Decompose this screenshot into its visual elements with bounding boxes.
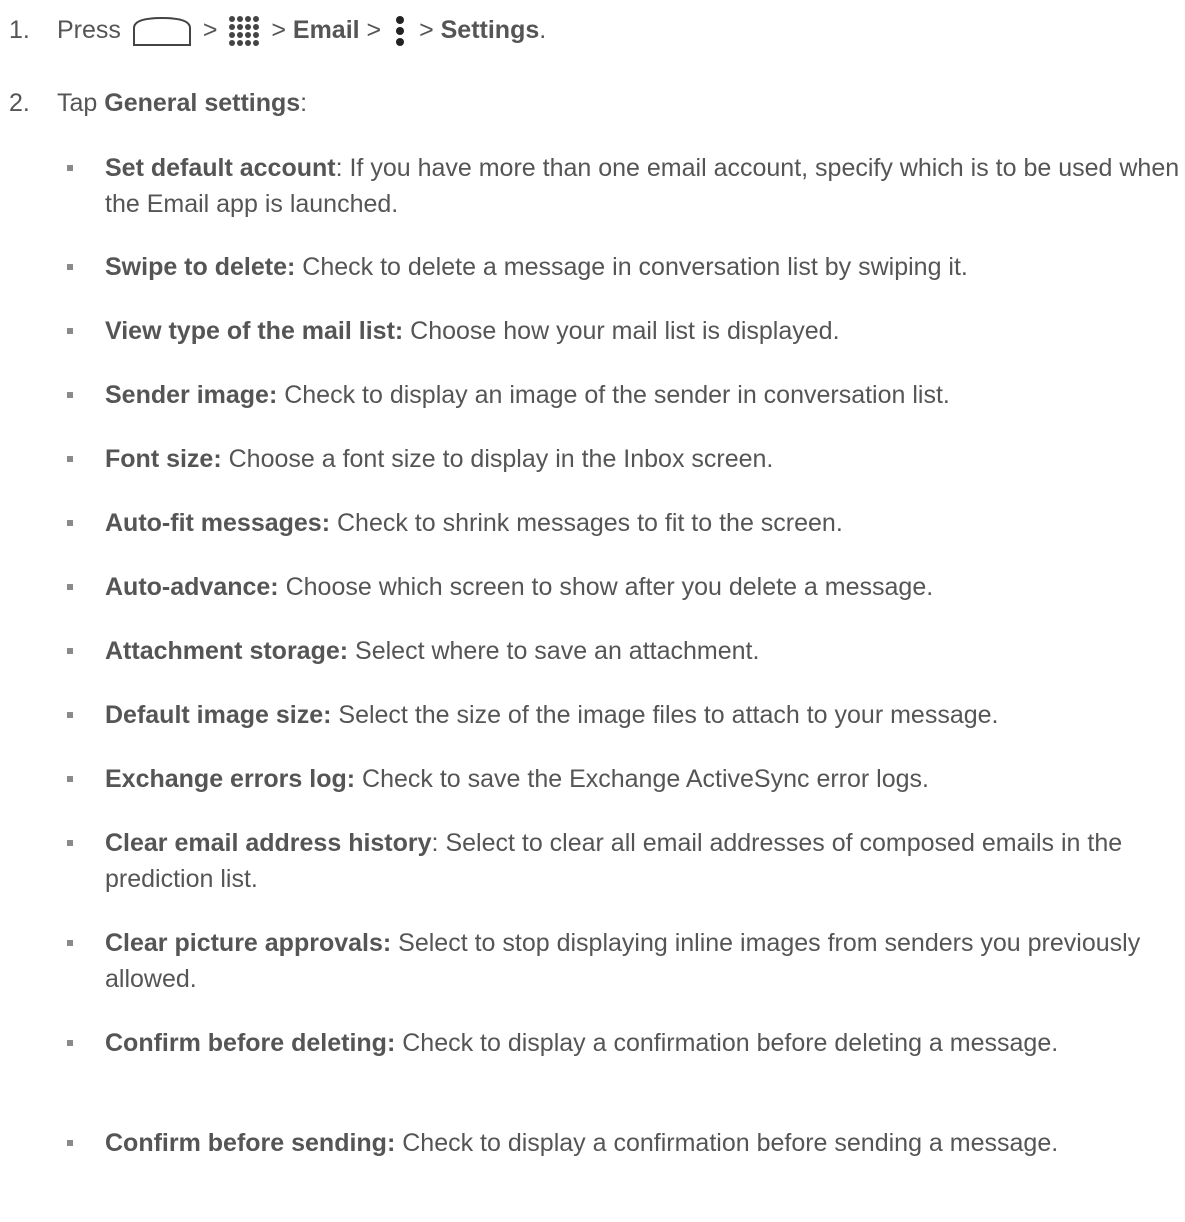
- menu-icon: [394, 15, 406, 47]
- setting-description: Check to delete a message in conversatio…: [295, 253, 968, 281]
- setting-term: Set default account: [105, 154, 336, 182]
- apps-icon: [228, 15, 260, 47]
- list-item: Confirm before sending: Check to display…: [0, 1125, 1185, 1197]
- separator: >: [202, 16, 218, 44]
- list-item: Clear picture approvals: Select to stop …: [0, 925, 1185, 997]
- bullet-icon: [67, 520, 73, 526]
- step-body: Press > > Email > > Settings.: [57, 12, 546, 48]
- setting-term: Auto-advance:: [105, 573, 279, 601]
- setting-term: Confirm before sending:: [105, 1129, 396, 1157]
- setting-description: Select the size of the image files to at…: [331, 701, 999, 729]
- list-item: Auto-advance: Choose which screen to sho…: [0, 569, 1185, 605]
- bullet-icon: [67, 328, 73, 334]
- setting-description: Choose a font size to display in the Inb…: [221, 445, 774, 473]
- press-label: Press: [57, 16, 121, 44]
- setting-term: Sender image:: [105, 381, 278, 409]
- setting-term: Swipe to delete:: [105, 253, 296, 281]
- bullet-icon: [67, 840, 73, 846]
- list-item: Attachment storage: Select where to save…: [0, 633, 1185, 669]
- list-item: Swipe to delete: Check to delete a messa…: [0, 249, 1185, 285]
- step-2: 2. Tap General settings:: [0, 85, 1185, 121]
- setting-term: Exchange errors log:: [105, 765, 356, 793]
- setting-description: Choose which screen to show after you de…: [278, 573, 934, 601]
- period: .: [539, 16, 547, 44]
- setting-term: Default image size:: [105, 701, 332, 729]
- setting-description: Check to display a confirmation before d…: [395, 1029, 1059, 1057]
- list-item: Exchange errors log: Check to save the E…: [0, 761, 1185, 797]
- list-item: Clear email address history: Select to c…: [0, 825, 1185, 897]
- general-settings-label: General settings: [104, 89, 301, 117]
- setting-term: Clear email address history: [105, 829, 432, 857]
- separator: >: [419, 16, 434, 44]
- email-label: Email: [292, 16, 360, 44]
- bullet-icon: [67, 584, 73, 590]
- setting-term: Attachment storage:: [105, 637, 349, 665]
- step-body: Tap General settings:: [57, 85, 307, 121]
- step-number: 2.: [9, 89, 30, 117]
- setting-term: Clear picture approvals:: [105, 929, 392, 957]
- setting-term: Font size:: [105, 445, 222, 473]
- tap-label: Tap: [57, 89, 98, 117]
- bullet-icon: [67, 165, 73, 171]
- list-item: Font size: Choose a font size to display…: [0, 441, 1185, 477]
- list-item: Auto-fit messages: Check to shrink messa…: [0, 505, 1185, 541]
- list-item: Default image size: Select the size of t…: [0, 697, 1185, 733]
- list-item: Set default account: If you have more th…: [0, 150, 1185, 222]
- setting-description: Select where to save an attachment.: [348, 637, 760, 665]
- list-item: Confirm before deleting: Check to displa…: [0, 1025, 1185, 1097]
- bullet-icon: [67, 392, 73, 398]
- separator: >: [271, 16, 286, 44]
- setting-description: Check to save the Exchange ActiveSync er…: [355, 765, 929, 793]
- separator: >: [366, 16, 382, 44]
- setting-description: Check to shrink messages to fit to the s…: [330, 509, 843, 537]
- bullet-icon: [67, 648, 73, 654]
- bullet-icon: [67, 776, 73, 782]
- setting-description: Choose how your mail list is displayed.: [403, 317, 840, 345]
- bullet-icon: [67, 1040, 73, 1046]
- step-1: 1. Press > > Email > > Settings.: [0, 12, 1185, 48]
- setting-term: Confirm before deleting:: [105, 1029, 396, 1057]
- list-item: Sender image: Check to display an image …: [0, 377, 1185, 413]
- settings-label: Settings: [440, 16, 540, 44]
- setting-term: Auto-fit messages:: [105, 509, 331, 537]
- bullet-icon: [67, 456, 73, 462]
- setting-description: Check to display an image of the sender …: [277, 381, 950, 409]
- step-number: 1.: [9, 16, 30, 44]
- setting-term: View type of the mail list:: [105, 317, 404, 345]
- colon: :: [300, 89, 308, 117]
- bullet-icon: [67, 940, 73, 946]
- list-item: View type of the mail list: Choose how y…: [0, 313, 1185, 349]
- bullet-icon: [67, 712, 73, 718]
- bullet-icon: [67, 1140, 73, 1146]
- setting-description: Check to display a confirmation before s…: [395, 1129, 1059, 1157]
- home-icon: [132, 16, 192, 47]
- bullet-icon: [67, 264, 73, 270]
